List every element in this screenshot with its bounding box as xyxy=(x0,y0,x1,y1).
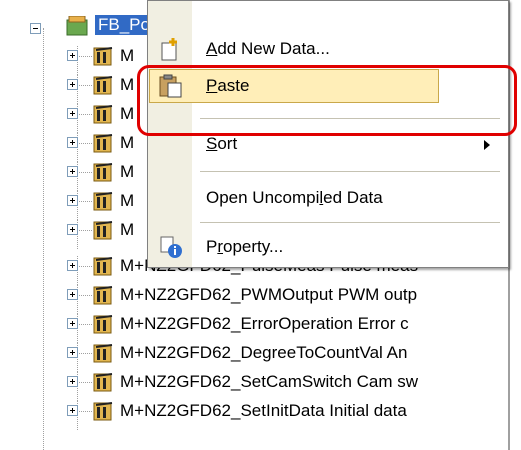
expand-toggle[interactable] xyxy=(67,289,78,300)
expand-toggle[interactable] xyxy=(67,347,78,358)
tree-item-label: M+NZ2GFD62_SetInitData Initial data xyxy=(120,401,407,420)
expand-toggle[interactable] xyxy=(67,195,78,206)
expand-toggle[interactable] xyxy=(67,137,78,148)
tree-item-label: M xyxy=(120,162,135,181)
function-block-icon xyxy=(93,105,113,124)
menu-item-add-new-data[interactable]: Add New Data... xyxy=(148,31,508,67)
tree-item-label: M xyxy=(120,191,135,210)
menu-separator xyxy=(200,222,500,223)
expand-toggle[interactable] xyxy=(67,79,78,90)
function-block-icon xyxy=(93,344,113,363)
menu-item-property[interactable]: Property... xyxy=(148,229,508,265)
add-data-icon xyxy=(161,38,177,61)
function-block-icon xyxy=(93,76,113,95)
function-block-icon xyxy=(93,192,113,211)
expand-toggle[interactable] xyxy=(67,260,78,271)
expand-toggle[interactable] xyxy=(67,50,78,61)
expand-toggle[interactable] xyxy=(67,224,78,235)
menu-item-open-uncompiled-data[interactable]: Open Uncompiled Data xyxy=(148,180,508,216)
folder-icon xyxy=(66,16,88,36)
tree-guide-line xyxy=(43,28,44,450)
tree-item-label: M+NZ2GFD62_ErrorOperation Error c xyxy=(120,314,409,333)
tree-item-label: M xyxy=(120,220,135,239)
function-block-icon xyxy=(93,257,113,276)
function-block-icon xyxy=(93,373,113,392)
function-block-icon xyxy=(93,402,113,421)
tree-item-label: M+NZ2GFD62_DegreeToCountVal An xyxy=(120,343,408,362)
function-block-icon xyxy=(93,163,113,182)
tree-item-label: M xyxy=(120,104,135,123)
function-block-icon xyxy=(93,315,113,334)
property-icon xyxy=(160,236,182,258)
expand-toggle[interactable] xyxy=(67,166,78,177)
function-block-icon xyxy=(93,47,113,66)
expand-toggle[interactable] xyxy=(67,108,78,119)
function-block-icon xyxy=(93,221,113,240)
tree-item-label: M+NZ2GFD62_PWMOutput PWM outp xyxy=(120,285,418,304)
menu-separator xyxy=(200,171,500,172)
tree-item-label: M xyxy=(120,133,135,152)
submenu-arrow-icon xyxy=(484,140,490,150)
function-block-icon xyxy=(93,286,113,305)
collapse-toggle[interactable] xyxy=(30,23,41,34)
expand-toggle[interactable] xyxy=(67,376,78,387)
expand-toggle[interactable] xyxy=(67,318,78,329)
callout-highlight xyxy=(137,65,517,136)
tree-item-label: M+NZ2GFD62_SetCamSwitch Cam sw xyxy=(120,372,419,391)
tree-item-label: M xyxy=(120,46,135,65)
function-block-icon xyxy=(93,134,113,153)
expand-toggle[interactable] xyxy=(67,405,78,416)
tree-item-label: M xyxy=(120,75,135,94)
